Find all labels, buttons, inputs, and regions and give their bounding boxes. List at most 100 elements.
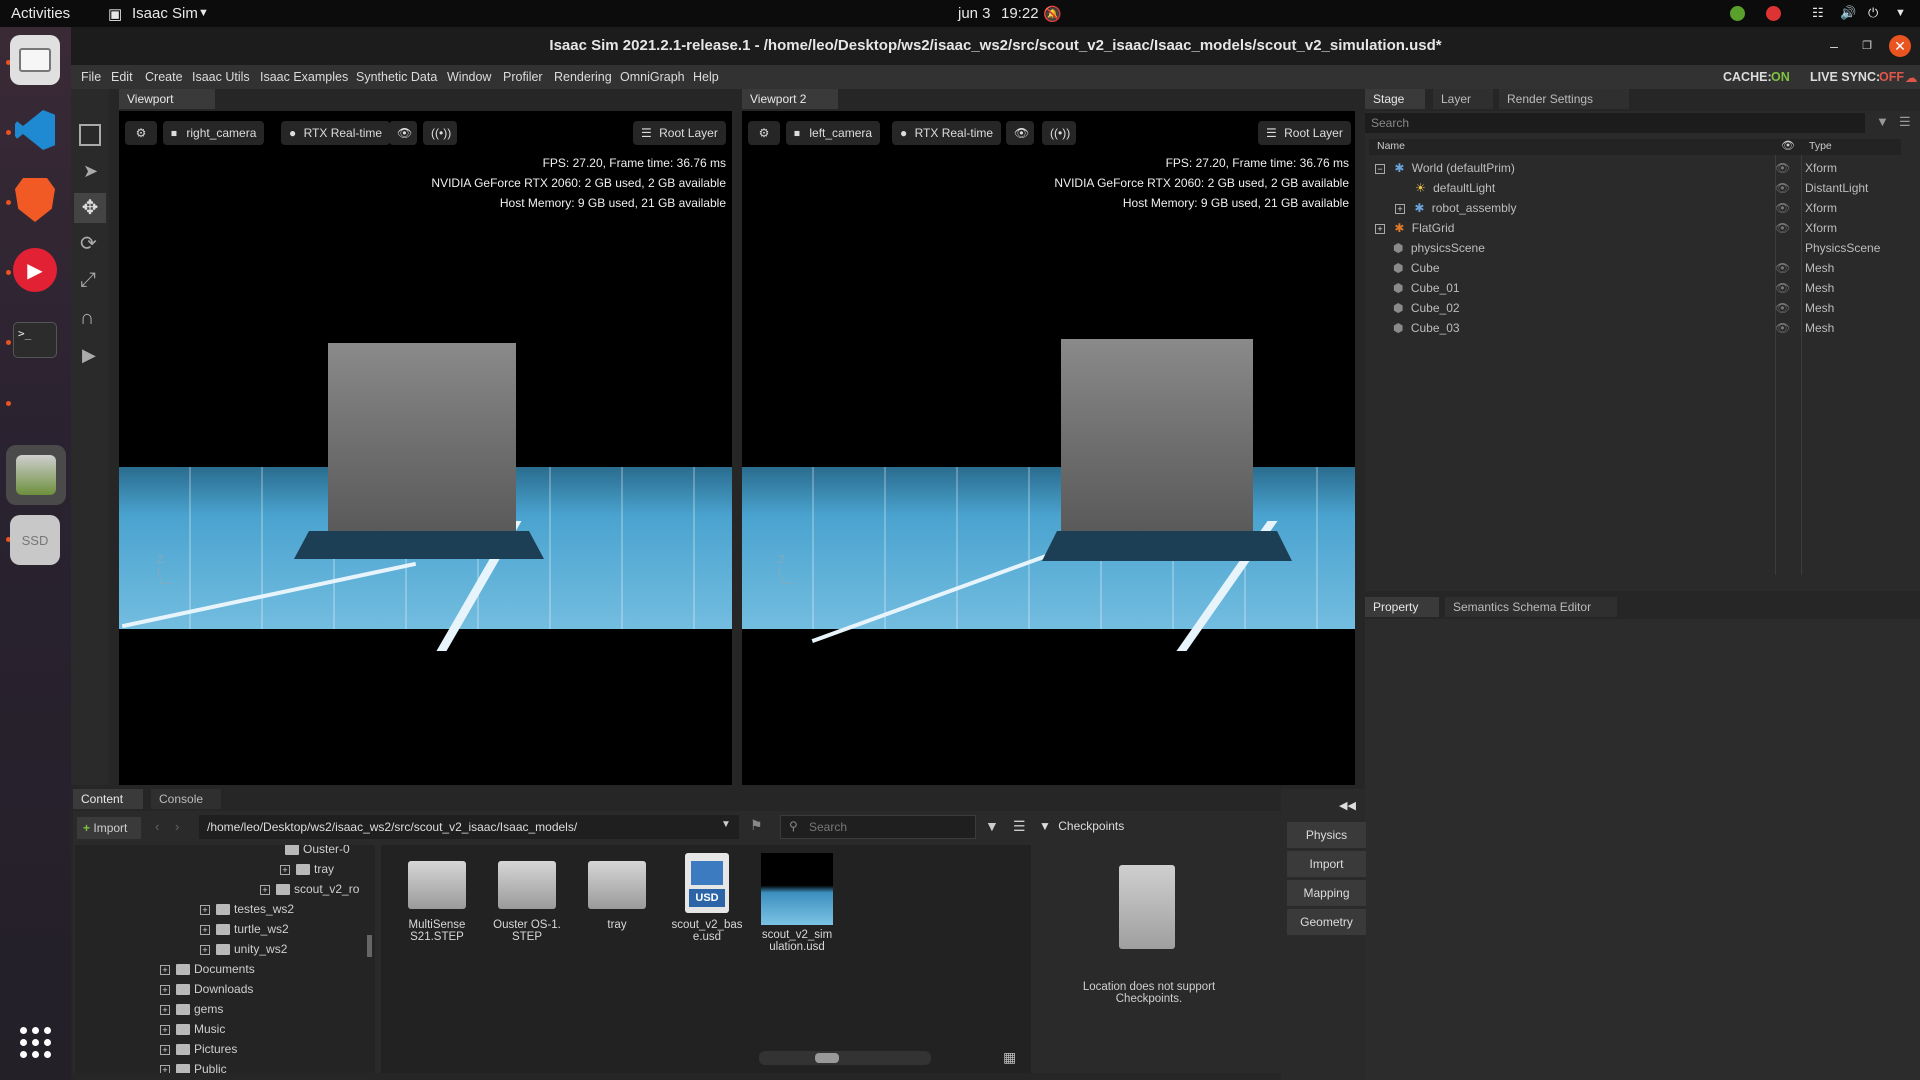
collapse-icon[interactable]: −	[1375, 163, 1385, 174]
stage-row[interactable]: − ✱ World (defaultPrim) 👁 Xform	[1375, 158, 1905, 178]
mapping-button[interactable]: Mapping	[1287, 880, 1366, 906]
file-item[interactable]: Ouster OS-1. STEP	[485, 861, 569, 943]
maximize-icon[interactable]: ❐	[1856, 35, 1878, 57]
rotate-icon[interactable]: ⟳	[80, 231, 97, 256]
expand-icon[interactable]: +	[280, 864, 290, 875]
stage-row[interactable]: + ✱ FlatGrid 👁 Xform	[1375, 218, 1905, 238]
tree-item[interactable]: + scout_v2_ro	[260, 879, 359, 899]
tree-item[interactable]: + testes_ws2	[200, 899, 294, 919]
expand-icon[interactable]: +	[200, 944, 210, 955]
expand-icon[interactable]: +	[260, 884, 270, 895]
import-button[interactable]: + Import	[77, 817, 141, 839]
expand-icon[interactable]: +	[160, 1004, 170, 1015]
notifications-muted-icon[interactable]: 🔕	[1043, 5, 1062, 23]
viewport-settings-gear-icon[interactable]: ⚙	[748, 121, 780, 145]
menu-window[interactable]: Window	[447, 70, 491, 84]
menu-profiler[interactable]: Profiler	[503, 70, 543, 84]
tab-stage[interactable]: Stage	[1365, 89, 1425, 109]
brave-browser-icon[interactable]	[10, 175, 60, 225]
viewport-2[interactable]: Z | └─ ⚙ ⏹ left_camera ● RTX Real-time 👁 (…	[742, 111, 1355, 785]
renderer-selector[interactable]: ● RTX Real-time	[892, 121, 1002, 145]
tree-item[interactable]: + Public	[160, 1059, 227, 1073]
snap-magnet-icon[interactable]: ∩	[80, 307, 94, 330]
live-sync-status[interactable]: OFF	[1879, 70, 1904, 84]
visibility-eye-icon[interactable]: 👁	[1775, 198, 1790, 218]
show-apps-icon[interactable]	[10, 1017, 60, 1067]
checkpoints-header[interactable]: ▼ Checkpoints	[1039, 819, 1124, 833]
tab-viewport[interactable]: Viewport	[119, 89, 215, 109]
file-item[interactable]: tray	[575, 861, 659, 931]
zoom-slider-handle[interactable]	[815, 1053, 839, 1063]
expand-icon[interactable]: +	[160, 964, 170, 975]
broadcast-icon[interactable]: ((•))	[423, 121, 457, 145]
stage-row[interactable]: ⬢ Cube 👁 Mesh	[1375, 258, 1905, 278]
menu-synthetic-data[interactable]: Synthetic Data	[356, 70, 437, 84]
tab-layer[interactable]: Layer	[1433, 89, 1493, 109]
stage-col-type[interactable]: Type	[1809, 140, 1832, 152]
zoom-slider[interactable]	[759, 1051, 931, 1065]
visibility-eye-icon[interactable]: 👁	[1775, 218, 1790, 238]
tree-item[interactable]: + Documents	[160, 959, 255, 979]
expand-icon[interactable]: +	[200, 904, 210, 915]
tree-item[interactable]: + Downloads	[160, 979, 253, 999]
path-field[interactable]: /home/leo/Desktop/ws2/isaac_ws2/src/scou…	[199, 815, 739, 839]
stage-row[interactable]: ⬢ Cube_03 👁 Mesh	[1375, 318, 1905, 338]
camera-selector[interactable]: ⏹ right_camera	[163, 121, 265, 145]
ssd-drive-icon[interactable]: SSD	[10, 515, 60, 565]
expand-icon[interactable]: +	[160, 1044, 170, 1055]
expand-icon[interactable]: +	[1375, 223, 1385, 234]
visibility-eye-icon[interactable]: 👁	[1775, 318, 1790, 338]
tree-item[interactable]: Ouster-0	[285, 845, 350, 859]
bookmark-icon[interactable]: ⚑	[750, 817, 763, 834]
select-box-icon[interactable]	[79, 124, 101, 146]
tree-item[interactable]: + turtle_ws2	[200, 919, 289, 939]
tab-render-settings[interactable]: Render Settings	[1499, 89, 1629, 109]
options-menu-icon[interactable]: ☰	[1013, 818, 1026, 835]
menu-help[interactable]: Help	[693, 70, 719, 84]
geometry-button[interactable]: Geometry	[1287, 909, 1366, 935]
vscode-icon[interactable]	[10, 105, 60, 155]
close-icon[interactable]: ✕	[1889, 35, 1911, 57]
system-menu-chevron-icon[interactable]: ▼	[1895, 7, 1906, 19]
visibility-eye-icon[interactable]: 👁	[1775, 278, 1790, 298]
file-item[interactable]: USD scout_v2_bas e.usd	[665, 853, 749, 943]
visibility-eye-icon[interactable]: 👁	[1775, 258, 1790, 278]
path-dropdown-icon[interactable]: ▼	[721, 819, 731, 830]
camera-selector[interactable]: ⏹ left_camera	[786, 121, 881, 145]
content-search-input[interactable]: Search	[780, 815, 976, 839]
media-player-icon[interactable]: ▶	[10, 245, 60, 295]
move-icon[interactable]: ✥	[74, 193, 106, 223]
tab-console[interactable]: Console	[151, 789, 221, 809]
grid-view-icon[interactable]: ▦	[1003, 1049, 1016, 1066]
visibility-eye-icon[interactable]: 👁	[1775, 178, 1790, 198]
isaac-sim-icon[interactable]	[6, 445, 66, 505]
expand-icon[interactable]: +	[200, 924, 210, 935]
app-menu-button[interactable]: Isaac Sim	[132, 5, 198, 22]
visibility-eye-icon[interactable]: 👁	[1775, 158, 1790, 178]
stage-row[interactable]: ⬢ Cube_02 👁 Mesh	[1375, 298, 1905, 318]
power-icon[interactable]: ⏻	[1868, 5, 1878, 21]
back-arrow-icon[interactable]: ‹	[155, 819, 159, 834]
filter-icon[interactable]: ▼	[1876, 114, 1889, 129]
expand-icon[interactable]: +	[160, 1064, 170, 1073]
menu-edit[interactable]: Edit	[111, 70, 133, 84]
physics-button[interactable]: Physics	[1287, 822, 1366, 848]
menu-file[interactable]: File	[81, 70, 101, 84]
stage-col-name[interactable]: Name	[1377, 140, 1405, 152]
clock-time[interactable]: 19:22	[1001, 5, 1039, 22]
menu-omnigraph[interactable]: OmniGraph	[620, 70, 685, 84]
clock-date[interactable]: jun 3	[958, 5, 991, 22]
viewport-1[interactable]: Z | └─ ⚙ ⏹ right_camera ● RTX Real-time 👁 …	[119, 111, 732, 785]
stage-row[interactable]: ☀ defaultLight 👁 DistantLight	[1375, 178, 1905, 198]
file-item[interactable]: MultiSense S21.STEP	[395, 861, 479, 943]
cube-object[interactable]	[328, 343, 516, 531]
import-side-button[interactable]: Import	[1287, 851, 1366, 877]
play-icon[interactable]: ▶	[82, 345, 96, 366]
files-icon[interactable]	[10, 35, 60, 85]
broadcast-icon[interactable]: ((•))	[1042, 121, 1076, 145]
tree-item[interactable]: + tray	[280, 859, 334, 879]
collapse-left-icon[interactable]: ◀◀	[1339, 799, 1356, 812]
menu-rendering[interactable]: Rendering	[554, 70, 612, 84]
network-icon[interactable]: ☷	[1812, 5, 1824, 21]
options-menu-icon[interactable]: ☰	[1899, 114, 1911, 130]
